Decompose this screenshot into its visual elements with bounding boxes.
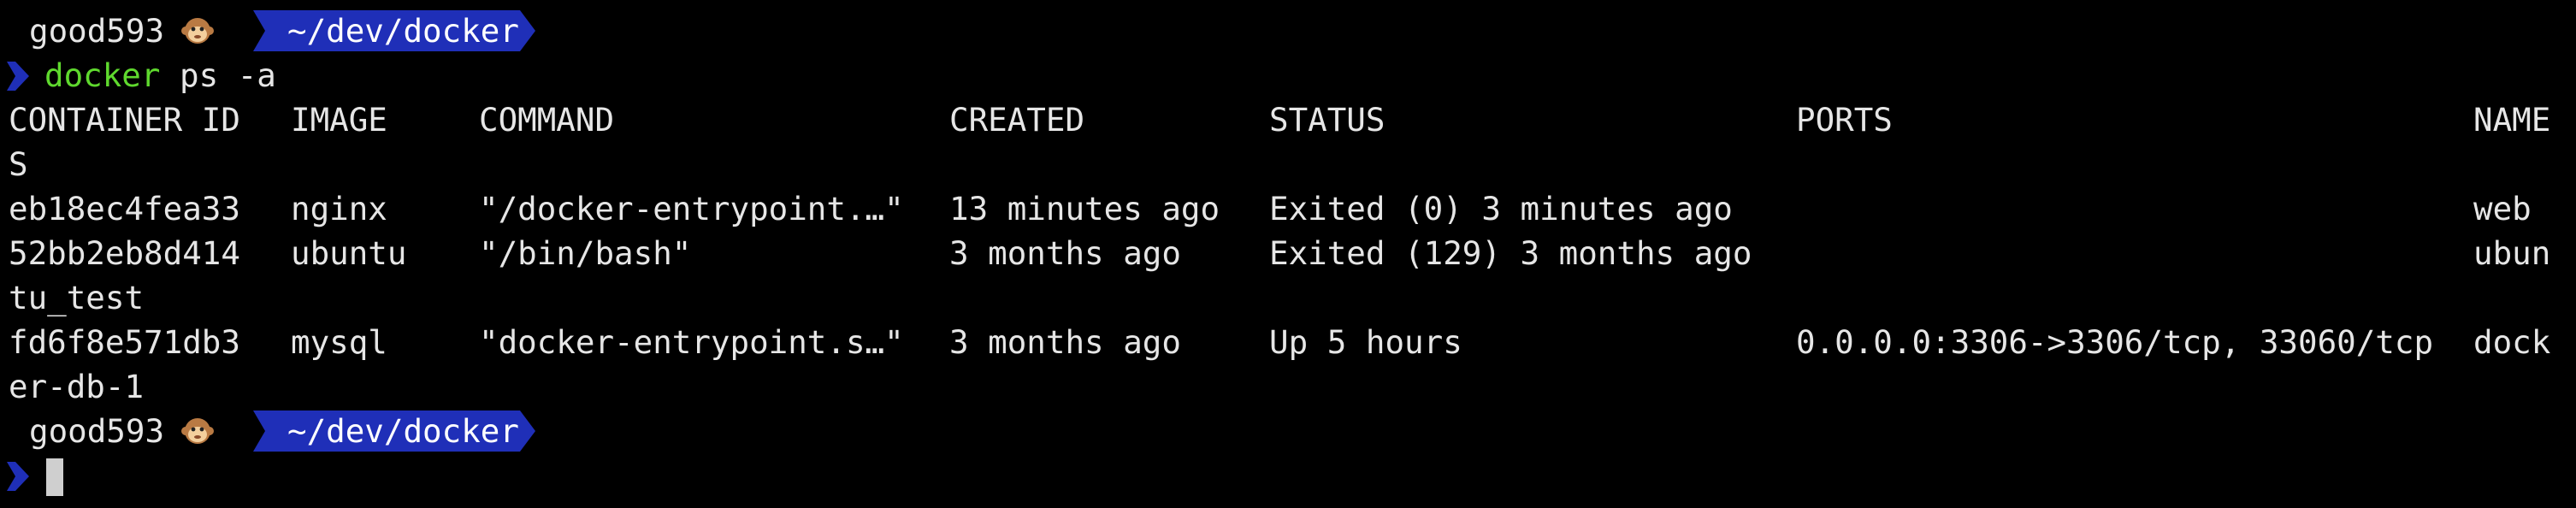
prompt-line: good593 ~/dev/docker bbox=[0, 409, 2576, 453]
cell-created: 3 months ago bbox=[949, 323, 1181, 361]
prompt-path: ~/dev/docker bbox=[287, 412, 519, 450]
header-created: CREATED bbox=[949, 101, 1085, 139]
command-name: docker bbox=[44, 56, 161, 94]
cell-names: ubun bbox=[2473, 234, 2551, 272]
cell-created: 13 minutes ago bbox=[949, 190, 1220, 227]
prompt-user: good593 bbox=[29, 12, 165, 50]
prompt-path: ~/dev/docker bbox=[287, 12, 519, 50]
cell-names-wrap: tu_test bbox=[9, 279, 145, 316]
table-row: 52bb2eb8d414 ubuntu "/bin/bash" 3 months… bbox=[0, 231, 2576, 275]
cell-ports: 0.0.0.0:3306->3306/tcp, 33060/tcp bbox=[1796, 323, 2434, 361]
table-row-wrap: tu_test bbox=[0, 275, 2576, 320]
text-cursor[interactable] bbox=[46, 458, 63, 496]
chevron-right-icon bbox=[7, 462, 29, 491]
prompt-line: good593 ~/dev/docker bbox=[0, 9, 2576, 53]
header-command: COMMAND bbox=[479, 101, 615, 139]
header-names: NAME bbox=[2473, 101, 2551, 139]
terminal-window[interactable]: good593 ~/dev/docker docker ps -a CONTAI… bbox=[0, 0, 2576, 508]
cell-command: "/docker-entrypoint.…" bbox=[479, 190, 904, 227]
cell-names-wrap: er-db-1 bbox=[9, 368, 145, 405]
cell-command: "/bin/bash" bbox=[479, 234, 692, 272]
header-ports: PORTS bbox=[1796, 101, 1893, 139]
cell-names: dock bbox=[2473, 323, 2551, 361]
header-names-wrap: S bbox=[9, 145, 28, 183]
monkey-face-icon bbox=[181, 18, 214, 44]
cell-container-id: fd6f8e571db3 bbox=[9, 323, 240, 361]
table-header-wrap: S bbox=[0, 142, 2576, 186]
cell-status: Up 5 hours bbox=[1269, 323, 1462, 361]
table-row: fd6f8e571db3 mysql "docker-entrypoint.s…… bbox=[0, 320, 2576, 364]
table-row-wrap: er-db-1 bbox=[0, 364, 2576, 409]
cell-image: ubuntu bbox=[291, 234, 407, 272]
command-line: docker ps -a bbox=[0, 53, 2576, 97]
cell-image: mysql bbox=[291, 323, 387, 361]
chevron-right-icon bbox=[7, 62, 29, 91]
cell-names: web bbox=[2473, 190, 2532, 227]
input-line[interactable] bbox=[0, 453, 2576, 498]
cell-status: Exited (0) 3 minutes ago bbox=[1269, 190, 1733, 227]
cell-created: 3 months ago bbox=[949, 234, 1181, 272]
cell-container-id: 52bb2eb8d414 bbox=[9, 234, 240, 272]
header-container-id: CONTAINER ID bbox=[9, 101, 240, 139]
monkey-face-icon bbox=[181, 418, 214, 444]
header-image: IMAGE bbox=[291, 101, 387, 139]
cell-status: Exited (129) 3 months ago bbox=[1269, 234, 1752, 272]
header-status: STATUS bbox=[1269, 101, 1385, 139]
command-args: ps -a bbox=[180, 56, 276, 94]
cell-image: nginx bbox=[291, 190, 387, 227]
cell-command: "docker-entrypoint.s…" bbox=[479, 323, 904, 361]
prompt-user: good593 bbox=[29, 412, 165, 450]
table-row: eb18ec4fea33 nginx "/docker-entrypoint.…… bbox=[0, 186, 2576, 231]
cell-container-id: eb18ec4fea33 bbox=[9, 190, 240, 227]
table-header: CONTAINER ID IMAGE COMMAND CREATED STATU… bbox=[0, 97, 2576, 142]
